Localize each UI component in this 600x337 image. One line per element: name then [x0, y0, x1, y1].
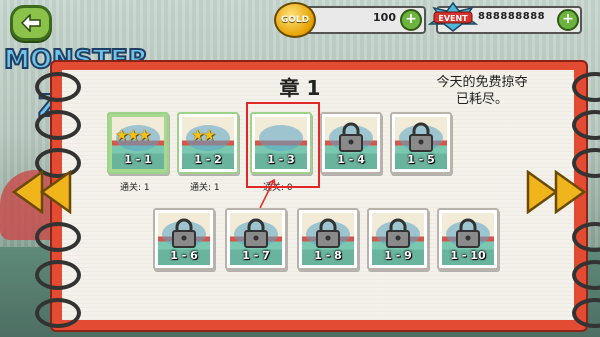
level-1-1[interactable]: ★★★ 1 - 1: [107, 112, 169, 174]
notice-line2: 已耗尽。: [455, 92, 508, 107]
level-label: 1 - 4: [337, 153, 365, 166]
level-stars: ★★: [191, 126, 216, 144]
back-button[interactable]: [10, 5, 52, 41]
level-label: 1 - 10: [450, 249, 486, 262]
level-1-4[interactable]: 1 - 4: [320, 112, 382, 174]
gold-label: GOLD: [280, 15, 310, 25]
level-1-7[interactable]: 1 - 7: [225, 208, 287, 270]
level-label: 1 - 5: [407, 153, 435, 166]
level-1-10[interactable]: 1 - 10: [437, 208, 499, 270]
level-1-6[interactable]: 1 - 6: [153, 208, 215, 270]
level-stars: ★★★: [115, 126, 151, 144]
level-label: 1 - 6: [170, 249, 198, 262]
event-value: 888888888: [478, 11, 546, 22]
gold-coin-icon: GOLD: [274, 2, 316, 38]
lock-icon: [339, 122, 363, 152]
add-gold-button[interactable]: +: [400, 9, 422, 31]
chapter-title: 章 1: [279, 76, 321, 100]
level-label: 1 - 7: [242, 249, 270, 262]
lock-icon: [172, 218, 196, 248]
event-label: EVENT: [438, 14, 468, 23]
pointer-arrow-icon: [259, 178, 276, 209]
add-event-button[interactable]: +: [557, 9, 579, 31]
lock-icon: [244, 218, 268, 248]
lock-icon: [456, 218, 480, 248]
level-label: 1 - 9: [384, 249, 412, 262]
lock-icon: [316, 218, 340, 248]
level-label: 1 - 1: [124, 153, 152, 166]
lock-icon: [386, 218, 410, 248]
level-1-9[interactable]: 1 - 9: [367, 208, 429, 270]
level-1-5[interactable]: 1 - 5: [390, 112, 452, 174]
arrow-left-icon: [20, 14, 41, 32]
level-label: 1 - 8: [314, 249, 342, 262]
level-label: 1 - 2: [194, 153, 222, 166]
level-1-2[interactable]: ★★ 1 - 2: [177, 112, 239, 174]
lock-icon: [409, 122, 433, 152]
free-raid-notice: 今天的免费掠夺 已耗尽。: [412, 74, 552, 108]
level-clear-count: 通关: 1: [190, 183, 220, 193]
next-chapter-button[interactable]: [524, 170, 586, 214]
previous-chapter-button[interactable]: [12, 170, 74, 214]
selection-highlight: [246, 102, 320, 188]
gold-value: 100: [373, 11, 396, 24]
level-1-8[interactable]: 1 - 8: [297, 208, 359, 270]
level-clear-count: 通关: 1: [120, 183, 150, 193]
notice-line1: 今天的免费掠夺: [436, 75, 528, 90]
